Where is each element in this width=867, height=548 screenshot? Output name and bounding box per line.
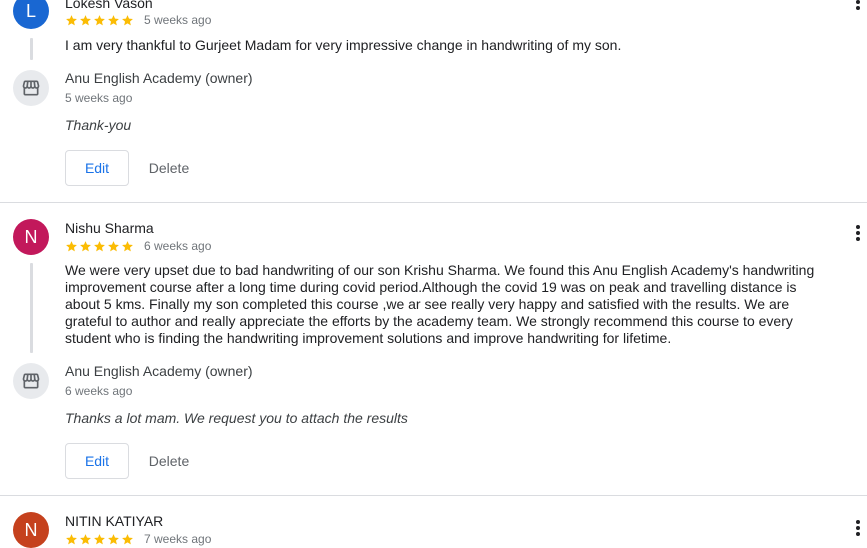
store-icon: [22, 373, 40, 389]
star-icon: [93, 240, 106, 253]
thread-line: [30, 263, 33, 353]
star-icon: [79, 14, 92, 27]
star-icon: [65, 14, 78, 27]
edit-reply-button[interactable]: Edit: [65, 150, 129, 186]
review-age: 5 weeks ago: [144, 13, 212, 27]
reviewer-name[interactable]: Lokesh Vason: [65, 0, 153, 11]
reply-text: Thank-you: [65, 117, 132, 133]
owner-avatar: [13, 70, 49, 106]
more-vert-icon[interactable]: [852, 223, 864, 243]
owner-name: Anu English Academy (owner): [65, 70, 253, 86]
owner-avatar: [13, 363, 49, 399]
star-rating: 6 weeks ago: [65, 238, 211, 254]
star-icon: [79, 240, 92, 253]
reply-text: Thanks a lot mam. We request you to atta…: [65, 410, 408, 426]
star-icon: [121, 14, 134, 27]
star-icon: [65, 240, 78, 253]
reviewer-name[interactable]: NITIN KATIYAR: [65, 513, 163, 529]
more-vert-icon[interactable]: [852, 0, 864, 18]
review-text: I am very thankful to Gurjeet Madam for …: [65, 37, 622, 53]
divider: [0, 495, 867, 496]
star-icon: [107, 240, 120, 253]
review-age: 7 weeks ago: [144, 532, 212, 546]
star-icon: [121, 240, 134, 253]
delete-reply-button[interactable]: Delete: [134, 151, 204, 185]
review-text: We were very upset due to bad handwritin…: [65, 262, 815, 346]
star-rating: 7 weeks ago: [65, 531, 211, 547]
review-age: 6 weeks ago: [144, 239, 212, 253]
star-icon: [65, 533, 78, 546]
star-icon: [93, 14, 106, 27]
divider: [0, 202, 867, 203]
owner-name: Anu English Academy (owner): [65, 363, 253, 379]
reply-age: 5 weeks ago: [65, 91, 133, 105]
more-vert-icon[interactable]: [852, 518, 864, 538]
reviewer-avatar[interactable]: L: [13, 0, 49, 29]
star-rating: 5 weeks ago: [65, 12, 211, 28]
reviewer-avatar[interactable]: N: [13, 219, 49, 255]
reviewer-name[interactable]: Nishu Sharma: [65, 220, 154, 236]
star-icon: [79, 533, 92, 546]
reply-age: 6 weeks ago: [65, 384, 133, 398]
star-icon: [107, 14, 120, 27]
delete-reply-button[interactable]: Delete: [134, 444, 204, 478]
star-icon: [93, 533, 106, 546]
star-icon: [121, 533, 134, 546]
reviewer-avatar[interactable]: N: [13, 512, 49, 548]
store-icon: [22, 80, 40, 96]
edit-reply-button[interactable]: Edit: [65, 443, 129, 479]
thread-line: [30, 38, 33, 60]
star-icon: [107, 533, 120, 546]
